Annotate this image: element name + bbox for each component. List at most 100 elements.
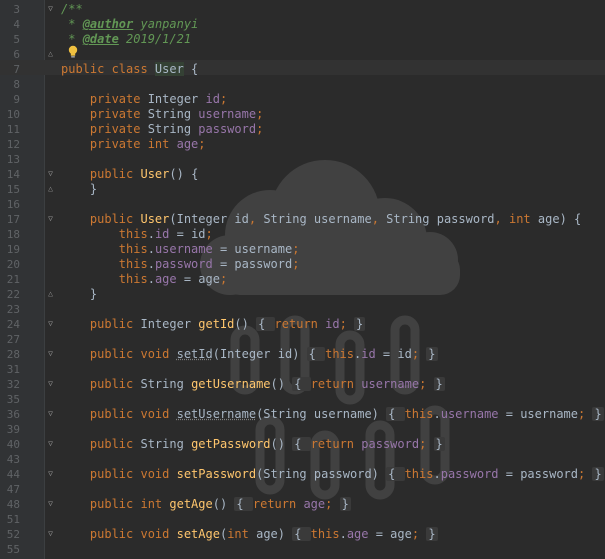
code-token: . (433, 407, 441, 421)
fold-open-icon[interactable] (47, 410, 54, 418)
code-line[interactable]: 16 (0, 197, 605, 212)
code-line[interactable]: 32 public String getUsername() { return … (0, 377, 605, 392)
code-token: private (61, 92, 148, 106)
code-line[interactable]: 23 (0, 302, 605, 317)
code-token: this (404, 407, 434, 421)
code-line[interactable]: 28 public void setId(Integer id) { this.… (0, 347, 605, 362)
code-token: ; (219, 92, 228, 106)
code-line[interactable]: 22 } (0, 287, 605, 302)
fold-open-icon[interactable] (47, 470, 54, 478)
code-token: public (61, 437, 141, 451)
line-number: 48 (6, 498, 20, 511)
fold-close-icon[interactable] (47, 290, 54, 298)
code-token: . (147, 227, 155, 241)
code-token: public void (61, 467, 177, 481)
code-line[interactable]: 20 this.password = password; (0, 257, 605, 272)
code-line[interactable]: 55 (0, 542, 605, 557)
code-token: password (440, 467, 499, 481)
fold-open-icon[interactable] (47, 320, 54, 328)
code-line[interactable]: 13 (0, 152, 605, 167)
fold-open-icon[interactable] (47, 215, 54, 223)
line-number: 28 (6, 348, 20, 361)
code-token: } (433, 437, 445, 451)
code-token: , (248, 212, 264, 226)
code-token: this (61, 272, 148, 286)
code-token: this (325, 347, 354, 361)
code-line[interactable]: 3 /** (0, 2, 605, 17)
code-token: = password (498, 467, 578, 481)
code-line[interactable]: 10 private String username; (0, 107, 605, 122)
code-line[interactable]: 17 public User(Integer id, String userna… (0, 212, 605, 227)
code-line[interactable]: 31 (0, 362, 605, 377)
code-line[interactable]: 6 (0, 47, 605, 62)
code-text: private Integer id; (61, 92, 227, 107)
code-token: yanpanyi (133, 17, 199, 31)
code-line[interactable]: 24 public Integer getId() { return id; } (0, 317, 605, 332)
code-text: * @date 2019/1/21 (61, 32, 191, 47)
code-token: ; (325, 497, 340, 511)
code-text: public void setId(Integer id) { this.id … (61, 347, 438, 362)
line-number: 22 (6, 288, 20, 301)
code-line[interactable]: 14 public User() { (0, 167, 605, 182)
code-line[interactable]: 12 private int age; (0, 137, 605, 152)
code-token: password (154, 257, 213, 271)
code-token: public void (61, 347, 177, 361)
code-line[interactable]: 18 this.id = id; (0, 227, 605, 242)
code-line[interactable]: 48 public int getAge() { return age; } (0, 497, 605, 512)
code-token: . (339, 527, 347, 541)
code-token: private int (61, 137, 177, 151)
code-token: public (61, 212, 141, 226)
fold-open-icon[interactable] (47, 170, 54, 178)
code-line[interactable]: 36 public void setUsername(String userna… (0, 407, 605, 422)
code-line[interactable]: 15 } (0, 182, 605, 197)
code-line[interactable]: 35 (0, 392, 605, 407)
code-line[interactable]: 7 public class User { (0, 62, 605, 77)
code-line[interactable]: 43 (0, 452, 605, 467)
fold-open-icon[interactable] (47, 5, 54, 13)
code-line[interactable]: 44 public void setPassword(String passwo… (0, 467, 605, 482)
code-editor[interactable]: 3/**4 * @author yanpanyi5 * @date 2019/1… (0, 0, 605, 559)
code-line[interactable]: 11 private String password; (0, 122, 605, 137)
fold-open-icon[interactable] (47, 530, 54, 538)
code-token: age) (256, 527, 293, 541)
code-line[interactable]: 47 (0, 482, 605, 497)
code-token: private (61, 122, 148, 136)
code-token: password (361, 437, 420, 451)
code-token: () (270, 437, 293, 451)
code-token: return (310, 377, 362, 391)
code-line[interactable]: 19 this.username = username; (0, 242, 605, 257)
code-text: public User(Integer id, String username,… (61, 212, 581, 227)
fold-open-icon[interactable] (47, 350, 54, 358)
code-line[interactable]: 40 public String getPassword() { return … (0, 437, 605, 452)
code-line[interactable]: 4 * @author yanpanyi (0, 17, 605, 32)
code-line[interactable]: 8 (0, 77, 605, 92)
code-token: age (346, 527, 369, 541)
fold-open-icon[interactable] (47, 380, 54, 388)
fold-close-icon[interactable] (47, 185, 54, 193)
fold-open-icon[interactable] (47, 440, 54, 448)
code-token: . (433, 467, 441, 481)
code-line[interactable]: 52 public void setAge(int age) { this.ag… (0, 527, 605, 542)
line-number: 27 (6, 333, 20, 346)
code-token: /** (61, 2, 83, 16)
code-line[interactable]: 5 * @date 2019/1/21 (0, 32, 605, 47)
code-token: { (292, 437, 311, 451)
line-number: 12 (6, 138, 20, 151)
code-token: (String username) (256, 407, 387, 421)
code-line[interactable]: 21 this.age = age; (0, 272, 605, 287)
code-token: password (198, 122, 257, 136)
fold-close-icon[interactable] (47, 50, 54, 58)
code-line[interactable]: 27 (0, 332, 605, 347)
code-token: ; (419, 437, 434, 451)
code-line[interactable]: 39 (0, 422, 605, 437)
code-token: int (227, 527, 257, 541)
code-token: getPassword (191, 437, 271, 451)
line-number: 47 (6, 483, 20, 496)
code-token: age (154, 272, 177, 286)
code-token: { (306, 347, 326, 361)
line-number: 51 (6, 513, 20, 526)
code-line[interactable]: 9 private Integer id; (0, 92, 605, 107)
code-line[interactable]: 51 (0, 512, 605, 527)
fold-open-icon[interactable] (47, 500, 54, 508)
code-token: Integer (147, 92, 206, 106)
